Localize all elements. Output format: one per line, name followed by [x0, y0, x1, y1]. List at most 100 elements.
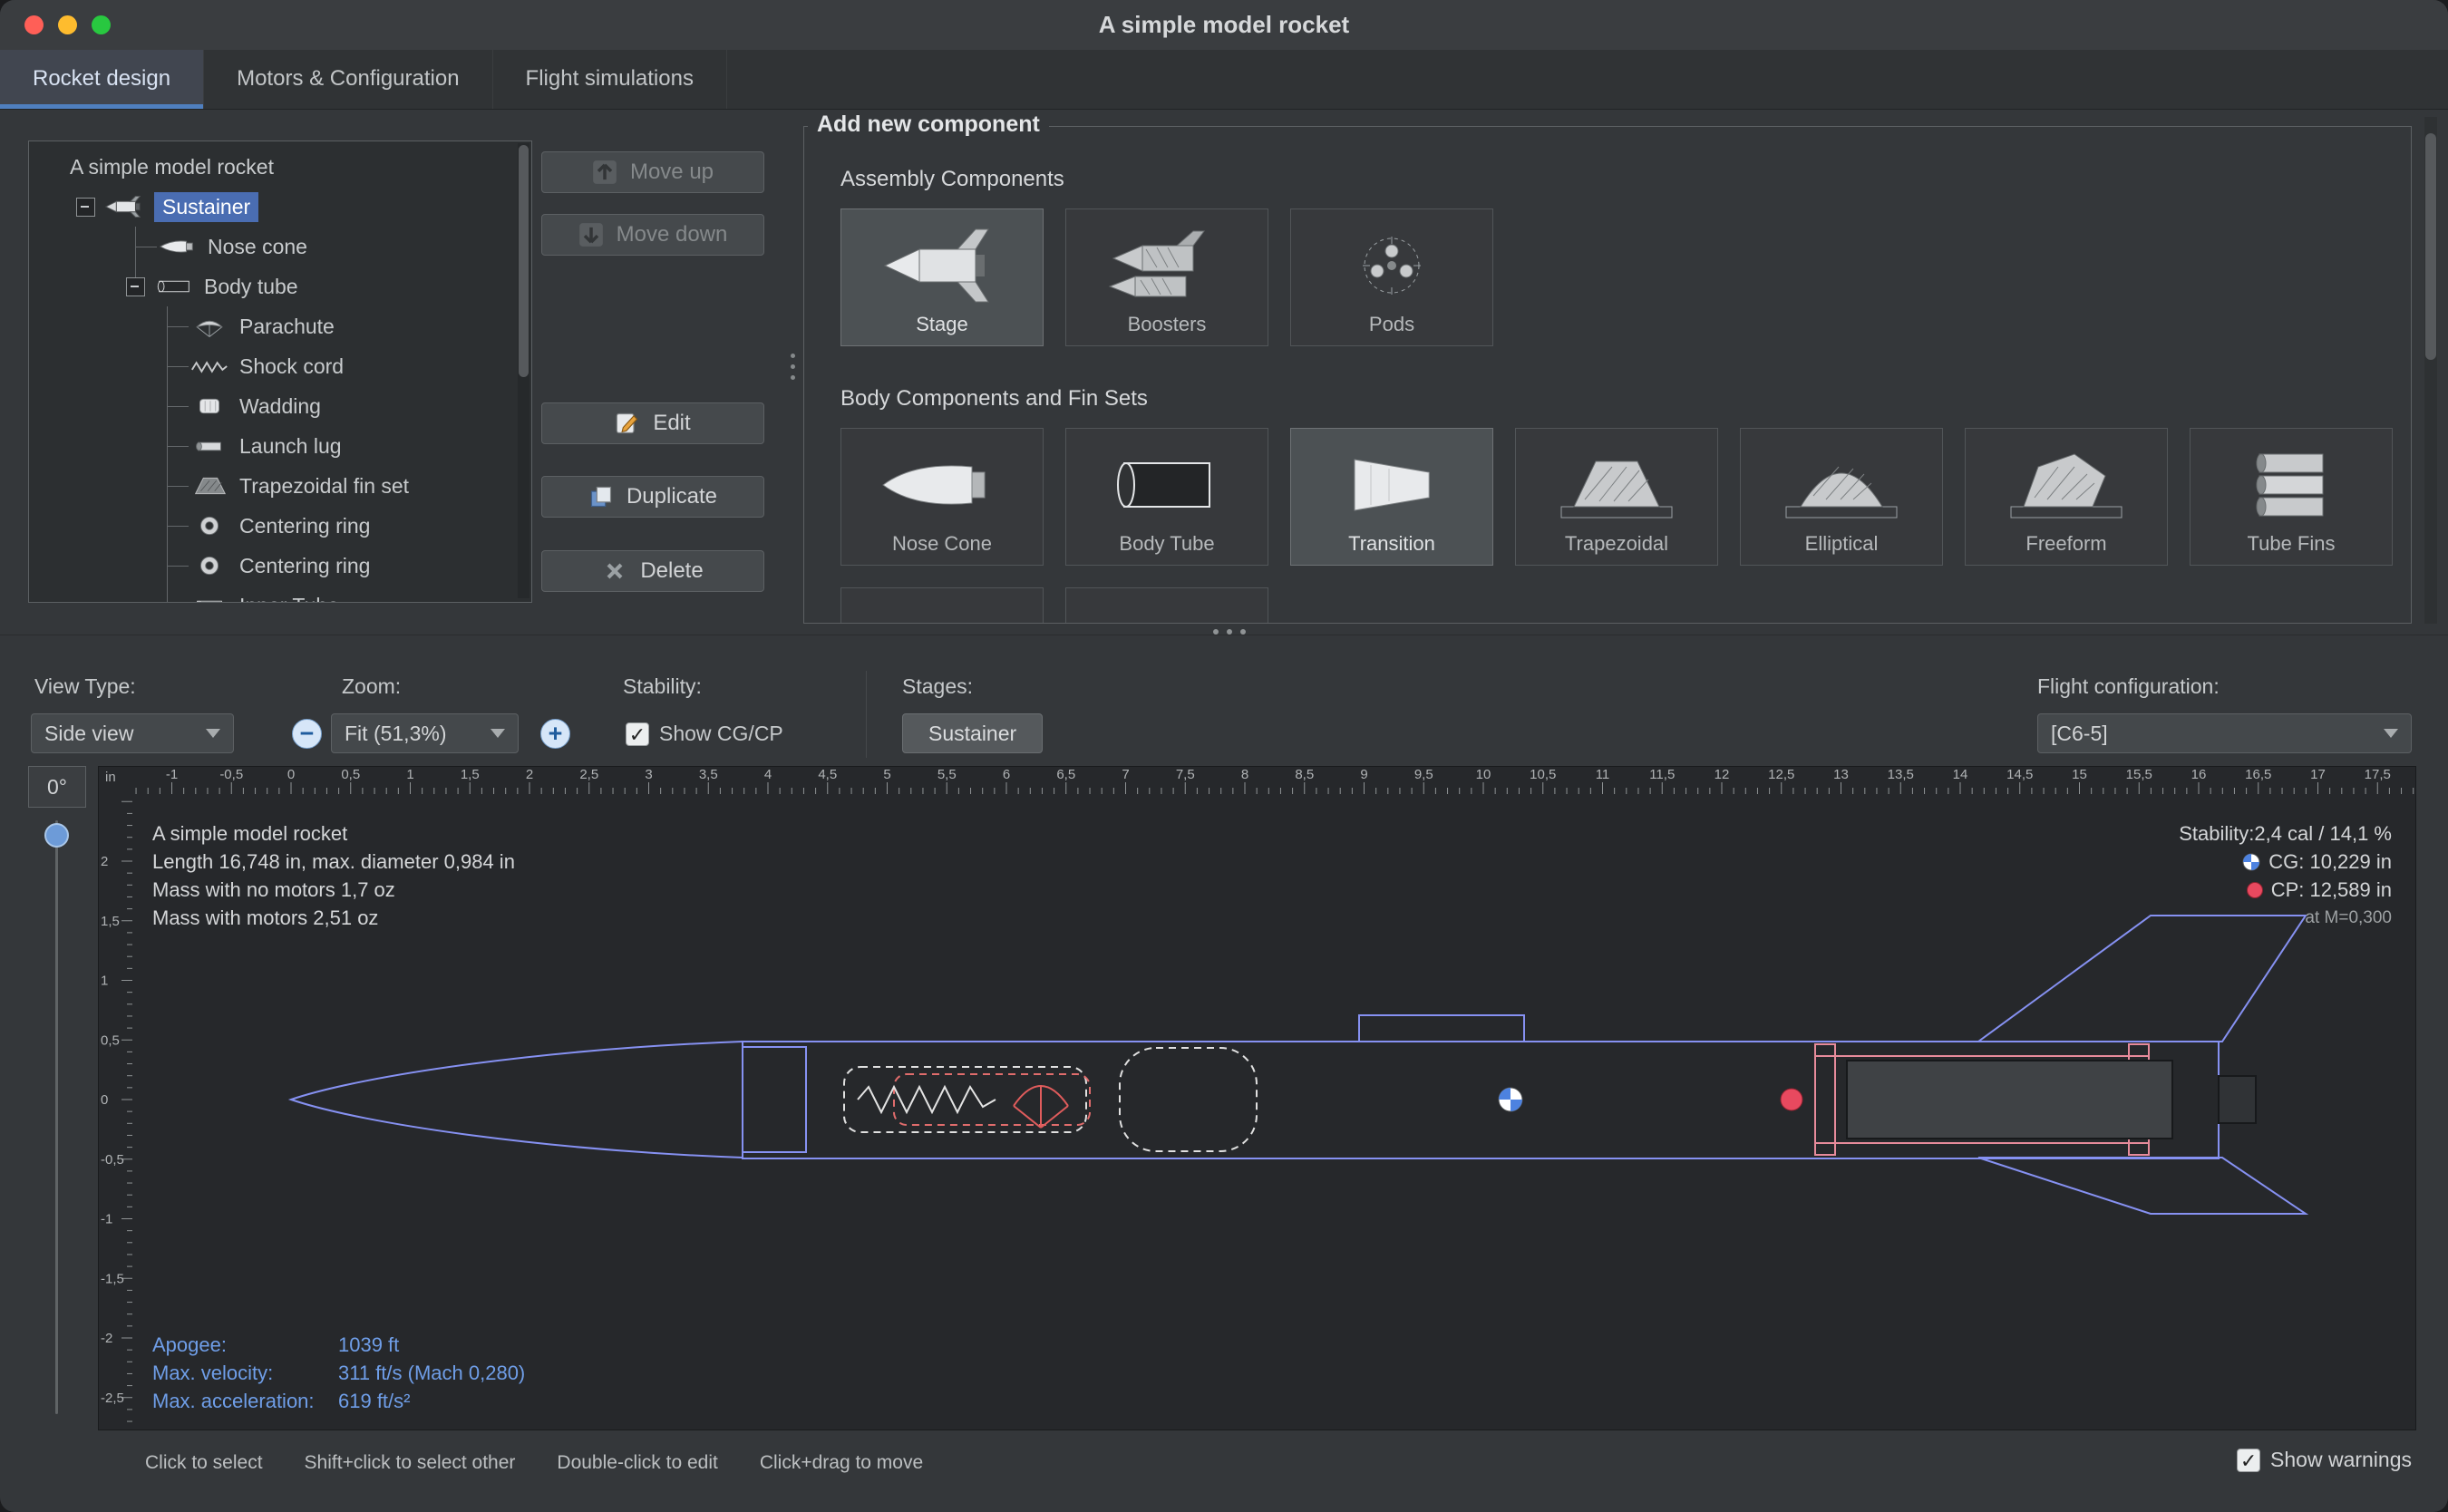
- chevron-down-icon: [2384, 729, 2398, 738]
- svg-text:15,5: 15,5: [2126, 767, 2152, 782]
- rotation-slider-handle[interactable]: [44, 823, 69, 848]
- tab-motors-configuration[interactable]: Motors & Configuration: [204, 50, 492, 109]
- component-button-body-tube[interactable]: Body Tube: [1065, 428, 1268, 566]
- zoom-label: Zoom:: [342, 674, 401, 699]
- flight-configuration-select[interactable]: [C6-5]: [2037, 713, 2412, 753]
- flight-configuration-value: [C6-5]: [2051, 722, 2108, 746]
- svg-text:9,5: 9,5: [1414, 767, 1433, 782]
- tree-item-label: Shock cord: [239, 354, 344, 379]
- boosters-icon: [1066, 220, 1268, 311]
- component-button-freeform[interactable]: Freeform: [1965, 428, 2168, 566]
- component-button-boosters[interactable]: Boosters: [1065, 208, 1268, 346]
- component-button-tube-fins[interactable]: Tube Fins: [2190, 428, 2393, 566]
- tree-item-nose-cone[interactable]: Nose cone: [29, 227, 531, 267]
- svg-text:4,5: 4,5: [818, 767, 837, 782]
- delete-button[interactable]: Delete: [541, 550, 764, 592]
- zoom-value: Fit (51,3%): [345, 722, 446, 746]
- tree-root-item[interactable]: A simple model rocket: [29, 147, 531, 187]
- zoom-out-button[interactable]: −: [292, 719, 322, 749]
- move-down-button[interactable]: Move down: [541, 214, 764, 256]
- view-type-label: View Type:: [34, 674, 136, 699]
- component-button-trapezoidal[interactable]: Trapezoidal: [1515, 428, 1718, 566]
- edit-button[interactable]: Edit: [541, 402, 764, 444]
- rotation-slider-track[interactable]: [55, 820, 58, 1414]
- component-panel-scrollbar[interactable]: [2424, 117, 2437, 624]
- statusbar-hints: Click to select Shift+click to select ot…: [145, 1452, 923, 1474]
- cg-icon: [2242, 853, 2260, 871]
- tree-item-sustainer[interactable]: Sustainer: [29, 187, 531, 227]
- delete-label: Delete: [640, 558, 703, 584]
- tree-item-shock-cord[interactable]: Shock cord: [29, 346, 531, 386]
- component-button-partial[interactable]: [840, 587, 1044, 623]
- component-button-elliptical[interactable]: Elliptical: [1740, 428, 1943, 566]
- delete-x-icon: [602, 558, 627, 584]
- show-warnings-checkbox[interactable]: ✓: [2237, 1449, 2260, 1472]
- svg-text:17: 17: [2310, 767, 2326, 782]
- tube-fins-icon: [2191, 440, 2392, 530]
- stage-toggle-sustainer[interactable]: Sustainer: [902, 713, 1043, 753]
- splitter-handle[interactable]: [1213, 629, 1246, 635]
- svg-text:-0,5: -0,5: [219, 767, 243, 782]
- rocket-canvas[interactable]: in -1-0,500,511,522,533,544,555,566,577,…: [98, 766, 2416, 1430]
- stability-value: Stability:2,4 cal / 14,1 %: [2179, 819, 2392, 848]
- zoom-in-button[interactable]: +: [540, 719, 570, 749]
- tree-item-label: Centering ring: [239, 514, 370, 538]
- flight-stats: Apogee:1039 ft Max. velocity:311 ft/s (M…: [152, 1331, 525, 1415]
- rotation-angle-field[interactable]: 0°: [28, 766, 86, 808]
- tree-item-parachute[interactable]: Parachute: [29, 306, 531, 346]
- svg-text:13: 13: [1833, 767, 1849, 782]
- component-button-label: Freeform: [1966, 532, 2167, 556]
- tree-item-label: Centering ring: [239, 554, 370, 578]
- collapse-icon[interactable]: [126, 277, 145, 296]
- component-button-transition[interactable]: Transition: [1290, 428, 1493, 566]
- velocity-value: 311 ft/s (Mach 0,280): [338, 1359, 525, 1387]
- body-tube-icon: [1066, 440, 1268, 530]
- main-tabbar: Rocket design Motors & Configuration Fli…: [0, 50, 2448, 110]
- view-type-value: Side view: [44, 722, 133, 746]
- hint-click-drag: Click+drag to move: [760, 1452, 923, 1474]
- panel-grip-handle[interactable]: [791, 354, 795, 380]
- duplicate-button[interactable]: Duplicate: [541, 476, 764, 518]
- tree-item-centering-ring[interactable]: Centering ring: [29, 506, 531, 546]
- tree-item-label: Parachute: [239, 315, 335, 339]
- duplicate-icon: [588, 484, 614, 509]
- svg-text:0,5: 0,5: [341, 767, 360, 782]
- component-button-stage[interactable]: Stage: [840, 208, 1044, 346]
- svg-text:7: 7: [1122, 767, 1129, 782]
- collapse-icon[interactable]: [76, 198, 95, 217]
- hint-double-click: Double-click to edit: [557, 1452, 717, 1474]
- svg-text:16: 16: [2191, 767, 2207, 782]
- tree-item-launch-lug[interactable]: Launch lug: [29, 426, 531, 466]
- tree-item-wadding[interactable]: Wadding: [29, 386, 531, 426]
- bodytube-icon: [153, 273, 195, 300]
- svg-text:8,5: 8,5: [1295, 767, 1314, 782]
- stages-label: Stages:: [902, 674, 973, 699]
- component-button-nose-cone[interactable]: Nose Cone: [840, 428, 1044, 566]
- show-warnings-row: ✓ Show warnings: [2237, 1448, 2412, 1472]
- cg-value: CG: 10,229 in: [2268, 848, 2392, 876]
- tree-item-trapezoidal-fin-set[interactable]: Trapezoidal fin set: [29, 466, 531, 506]
- view-type-select[interactable]: Side view: [31, 713, 234, 753]
- title-bar: A simple model rocket: [0, 0, 2448, 51]
- svg-text:-1: -1: [166, 767, 178, 782]
- flight-configuration-label: Flight configuration:: [2037, 674, 2220, 699]
- svg-text:1,5: 1,5: [461, 767, 480, 782]
- tree-scrollbar[interactable]: [518, 143, 529, 598]
- svg-text:7,5: 7,5: [1176, 767, 1195, 782]
- tree-item-label: Body tube: [204, 275, 298, 299]
- svg-text:4: 4: [764, 767, 772, 782]
- tab-flight-simulations[interactable]: Flight simulations: [493, 50, 727, 109]
- component-button-pods[interactable]: Pods: [1290, 208, 1493, 346]
- zoom-select[interactable]: Fit (51,3%): [331, 713, 519, 753]
- tree-item-inner-tube[interactable]: Inner Tube: [29, 586, 531, 603]
- svg-text:16,5: 16,5: [2245, 767, 2271, 782]
- show-cgcp-checkbox[interactable]: ✓: [626, 722, 649, 746]
- component-button-partial[interactable]: [1065, 587, 1268, 623]
- move-up-button[interactable]: Move up: [541, 151, 764, 193]
- tree-item-body-tube[interactable]: Body tube: [29, 267, 531, 306]
- tab-rocket-design[interactable]: Rocket design: [0, 50, 204, 109]
- apogee-value: 1039 ft: [338, 1331, 525, 1359]
- elliptical-icon: [1741, 440, 1942, 530]
- tree-item-centering-ring[interactable]: Centering ring: [29, 546, 531, 586]
- acceleration-value: 619 ft/s²: [338, 1387, 525, 1415]
